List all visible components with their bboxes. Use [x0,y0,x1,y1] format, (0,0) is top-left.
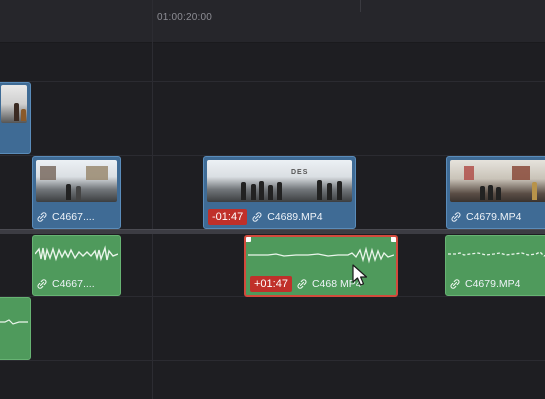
link-icon [451,212,461,222]
timeline-guide-line [152,0,153,399]
video-clip-c4679[interactable]: C4679.MP4 [446,156,545,229]
thumbnail-figure [532,182,537,200]
clip-label-row: C4679.MP4 [451,209,545,225]
thumbnail-figure [14,103,19,121]
offset-badge: +01:47 [250,276,292,292]
thumbnail-figure [76,186,81,200]
video-audio-divider[interactable] [0,229,545,234]
thumbnail-wall [40,166,56,180]
audio-waveform [35,245,118,262]
audio-waveform [248,246,394,264]
clip-thumbnail: DES [207,160,352,202]
clip-label-row: C4667.... [37,209,116,225]
thumbnail-figure [268,185,273,200]
thumbnail-figure [21,109,26,121]
thumbnail-figure [259,181,264,200]
link-icon [252,212,262,222]
thumbnail-figure [241,182,246,200]
audio-clip-c4689[interactable]: +01:47 C468 MP4 [244,235,398,297]
thumbnail-figure [496,187,501,200]
thumbnail-figure [251,184,256,200]
thumbnail-figure [327,183,332,200]
clip-label-row: C4679.MP4 [450,276,545,292]
clip-label-row: -01:47 C4689.MP4 [208,209,351,225]
ruler-tick [360,0,361,12]
thumbnail-figure [277,182,282,200]
clip-label-row: C4667.... [37,276,116,292]
thumbnail-wall [512,166,530,180]
mouse-cursor-icon [352,264,368,286]
clip-name: C4667.... [52,278,95,290]
thumbnail-wall [86,166,108,180]
track-separator [0,81,545,82]
clip-name: C4679.MP4 [466,211,522,223]
video-clip-partial[interactable] [0,82,31,154]
audio-waveform [448,251,545,257]
offset-badge: -01:47 [208,209,248,225]
clip-name: C4679.MP4 [465,278,521,290]
thumbnail-figure [317,180,322,200]
thumbnail-wall [464,166,474,180]
track-separator [0,360,545,361]
clip-thumbnail [450,160,545,202]
thumbnail-figure [337,181,342,200]
link-icon [297,279,307,289]
timecode-ruler[interactable]: 01:00:20:00 [0,0,545,43]
link-icon [37,212,47,222]
video-clip-c4689[interactable]: DES -01:47 C4689.MP4 [203,156,356,229]
ruler-timecode-label: 01:00:20:00 [157,12,213,23]
thumbnail-figure [480,186,485,200]
audio-clip-c4679[interactable]: C4679.MP4 [445,235,545,296]
clip-name: C4689.MP4 [267,211,323,223]
thumbnail-figure [66,184,71,200]
thumbnail-figure [488,185,493,200]
audio-clip-partial[interactable] [0,297,31,360]
link-icon [37,279,47,289]
audio-clip-c4667[interactable]: C4667.... [32,235,121,296]
thumbnail-sign: DES [291,169,309,176]
clip-label-row: +01:47 C468 MP4 [250,276,392,292]
clip-thumbnail [36,160,117,202]
timeline-panel[interactable]: 01:00:20:00 C4667.... DES -01:47 C4689.M… [0,0,545,399]
link-icon [450,279,460,289]
clip-name: C4667.... [52,211,95,223]
audio-waveform [0,319,28,325]
video-clip-c4667[interactable]: C4667.... [32,156,121,229]
clip-thumbnail [1,85,27,123]
